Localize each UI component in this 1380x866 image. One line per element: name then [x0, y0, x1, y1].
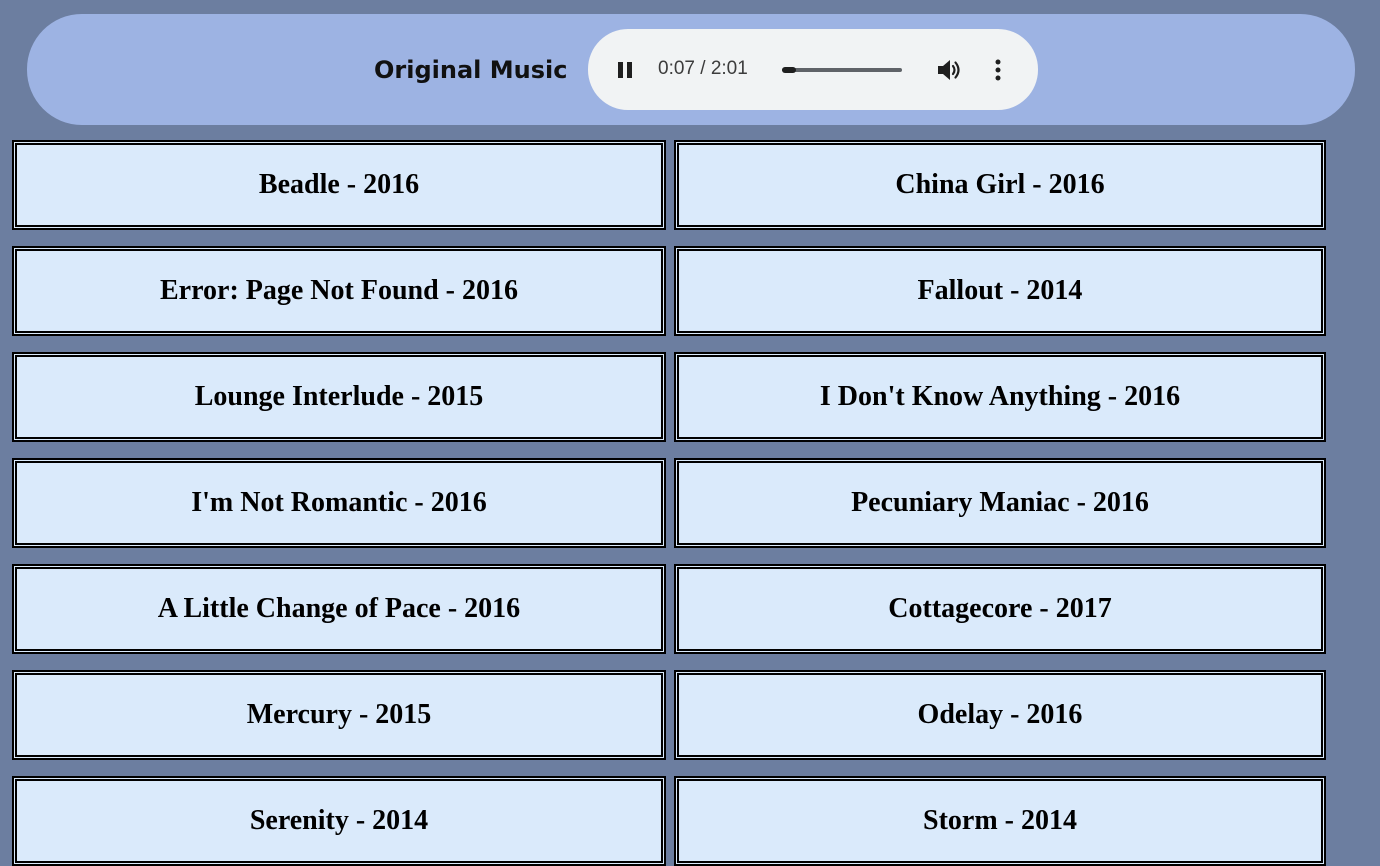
progress-fill	[782, 67, 796, 73]
song-button-a-little-change-of-pace[interactable]: A Little Change of Pace - 2016	[12, 564, 666, 654]
time-display: 0:07 / 2:01	[658, 58, 748, 79]
song-button-china-girl[interactable]: China Girl - 2016	[674, 140, 1326, 230]
page-title: Original Music	[374, 56, 568, 84]
song-button-im-not-romantic[interactable]: I'm Not Romantic - 2016	[12, 458, 666, 548]
header-bar: Original Music 0:07 / 2:01	[27, 14, 1355, 125]
song-button-serenity[interactable]: Serenity - 2014	[12, 776, 666, 866]
song-button-fallout[interactable]: Fallout - 2014	[674, 246, 1326, 336]
volume-icon[interactable]	[935, 57, 963, 83]
progress-slider[interactable]	[782, 67, 902, 73]
pause-button[interactable]	[614, 59, 640, 81]
song-button-pecuniary-maniac[interactable]: Pecuniary Maniac - 2016	[674, 458, 1326, 548]
song-button-lounge-interlude[interactable]: Lounge Interlude - 2015	[12, 352, 666, 442]
audio-player[interactable]: 0:07 / 2:01	[588, 29, 1038, 110]
more-vert-icon[interactable]	[988, 55, 1008, 85]
song-button-storm[interactable]: Storm - 2014	[674, 776, 1326, 866]
song-button-odelay[interactable]: Odelay - 2016	[674, 670, 1326, 760]
song-button-i-dont-know-anything[interactable]: I Don't Know Anything - 2016	[674, 352, 1326, 442]
song-button-beadle[interactable]: Beadle - 2016	[12, 140, 666, 230]
song-button-cottagecore[interactable]: Cottagecore - 2017	[674, 564, 1326, 654]
song-button-mercury[interactable]: Mercury - 2015	[12, 670, 666, 760]
song-grid: Beadle - 2016 China Girl - 2016 Error: P…	[12, 140, 1326, 866]
song-button-error-page-not-found[interactable]: Error: Page Not Found - 2016	[12, 246, 666, 336]
